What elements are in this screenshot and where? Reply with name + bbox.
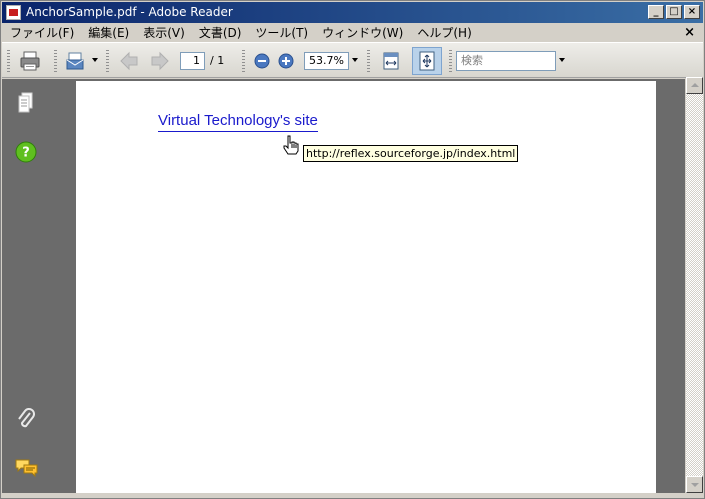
zoom-dropdown-icon[interactable] xyxy=(352,58,358,62)
navigation-panel: ? xyxy=(2,79,75,493)
pdf-hyperlink[interactable]: Virtual Technology's site xyxy=(158,112,318,132)
close-button[interactable]: × xyxy=(684,5,700,19)
fit-page-icon xyxy=(419,51,435,71)
document-viewport[interactable]: Virtual Technology's site http://reflex.… xyxy=(75,79,685,493)
toolbar: 1 / 1 53.7% 検索 xyxy=(2,42,703,78)
help-icon: ? xyxy=(15,141,37,163)
toolbar-grip[interactable] xyxy=(106,50,109,72)
close-document-button[interactable]: × xyxy=(684,25,695,40)
toolbar-grip[interactable] xyxy=(7,50,10,72)
toolbar-grip[interactable] xyxy=(54,50,57,72)
page-count: / 1 xyxy=(210,54,225,67)
zoom-level-input[interactable]: 53.7% xyxy=(304,52,349,70)
hand-pointer-icon xyxy=(283,135,299,155)
fit-width-icon xyxy=(383,52,399,70)
email-dropdown-icon[interactable] xyxy=(92,58,98,62)
menu-bar: ファイル(F) 編集(E) 表示(V) 文書(D) ツール(T) ウィンドウ(W… xyxy=(2,23,703,42)
menu-help[interactable]: ヘルプ(H) xyxy=(409,24,477,41)
zoom-out-icon xyxy=(254,53,270,69)
menu-file[interactable]: ファイル(F) xyxy=(2,24,80,41)
email-button[interactable] xyxy=(64,49,88,73)
pdf-app-icon xyxy=(6,5,21,20)
previous-page-button[interactable] xyxy=(117,49,141,73)
zoom-in-button[interactable] xyxy=(274,49,298,73)
maximize-button[interactable]: □ xyxy=(666,5,682,19)
pages-panel-button[interactable] xyxy=(15,91,39,115)
pages-panel-icon xyxy=(18,92,33,113)
previous-page-icon xyxy=(120,51,138,71)
comments-icon xyxy=(15,459,38,478)
search-dropdown-icon[interactable] xyxy=(559,58,565,62)
page-number-input[interactable]: 1 xyxy=(180,52,205,70)
next-page-icon xyxy=(151,51,169,71)
title-bar[interactable]: AnchorSample.pdf - Adobe Reader _ □ × xyxy=(2,2,703,23)
zoom-out-button[interactable] xyxy=(250,49,274,73)
menu-document[interactable]: 文書(D) xyxy=(191,24,248,41)
printer-icon xyxy=(20,51,40,71)
search-input[interactable]: 検索 xyxy=(456,51,556,71)
pdf-page: Virtual Technology's site http://reflex.… xyxy=(76,81,656,493)
minimize-button[interactable]: _ xyxy=(648,5,664,19)
print-button[interactable] xyxy=(18,49,42,73)
link-url-tooltip: http://reflex.sourceforge.jp/index.html xyxy=(303,145,519,162)
toolbar-grip[interactable] xyxy=(367,50,370,72)
help-button[interactable]: ? xyxy=(15,141,39,165)
scroll-up-button[interactable] xyxy=(686,77,703,94)
svg-text:?: ? xyxy=(22,146,30,161)
toolbar-grip[interactable] xyxy=(242,50,245,72)
email-icon xyxy=(66,52,84,70)
toolbar-grip[interactable] xyxy=(449,50,452,72)
window-title: AnchorSample.pdf - Adobe Reader xyxy=(26,5,233,19)
fit-width-button[interactable] xyxy=(379,49,403,73)
vertical-scrollbar[interactable] xyxy=(686,77,703,493)
menu-view[interactable]: 表示(V) xyxy=(135,24,191,41)
zoom-in-icon xyxy=(278,53,294,69)
comments-button[interactable] xyxy=(15,457,39,481)
fit-page-button[interactable] xyxy=(412,47,442,75)
attachment-icon xyxy=(18,408,35,428)
menu-edit[interactable]: 編集(E) xyxy=(80,24,135,41)
app-window: AnchorSample.pdf - Adobe Reader _ □ × ファ… xyxy=(0,0,705,499)
attachments-button[interactable] xyxy=(15,407,39,431)
scroll-down-button[interactable] xyxy=(686,476,703,493)
menu-window[interactable]: ウィンドウ(W) xyxy=(314,24,409,41)
menu-tools[interactable]: ツール(T) xyxy=(247,24,314,41)
bottom-border xyxy=(2,493,703,498)
next-page-button[interactable] xyxy=(148,49,172,73)
